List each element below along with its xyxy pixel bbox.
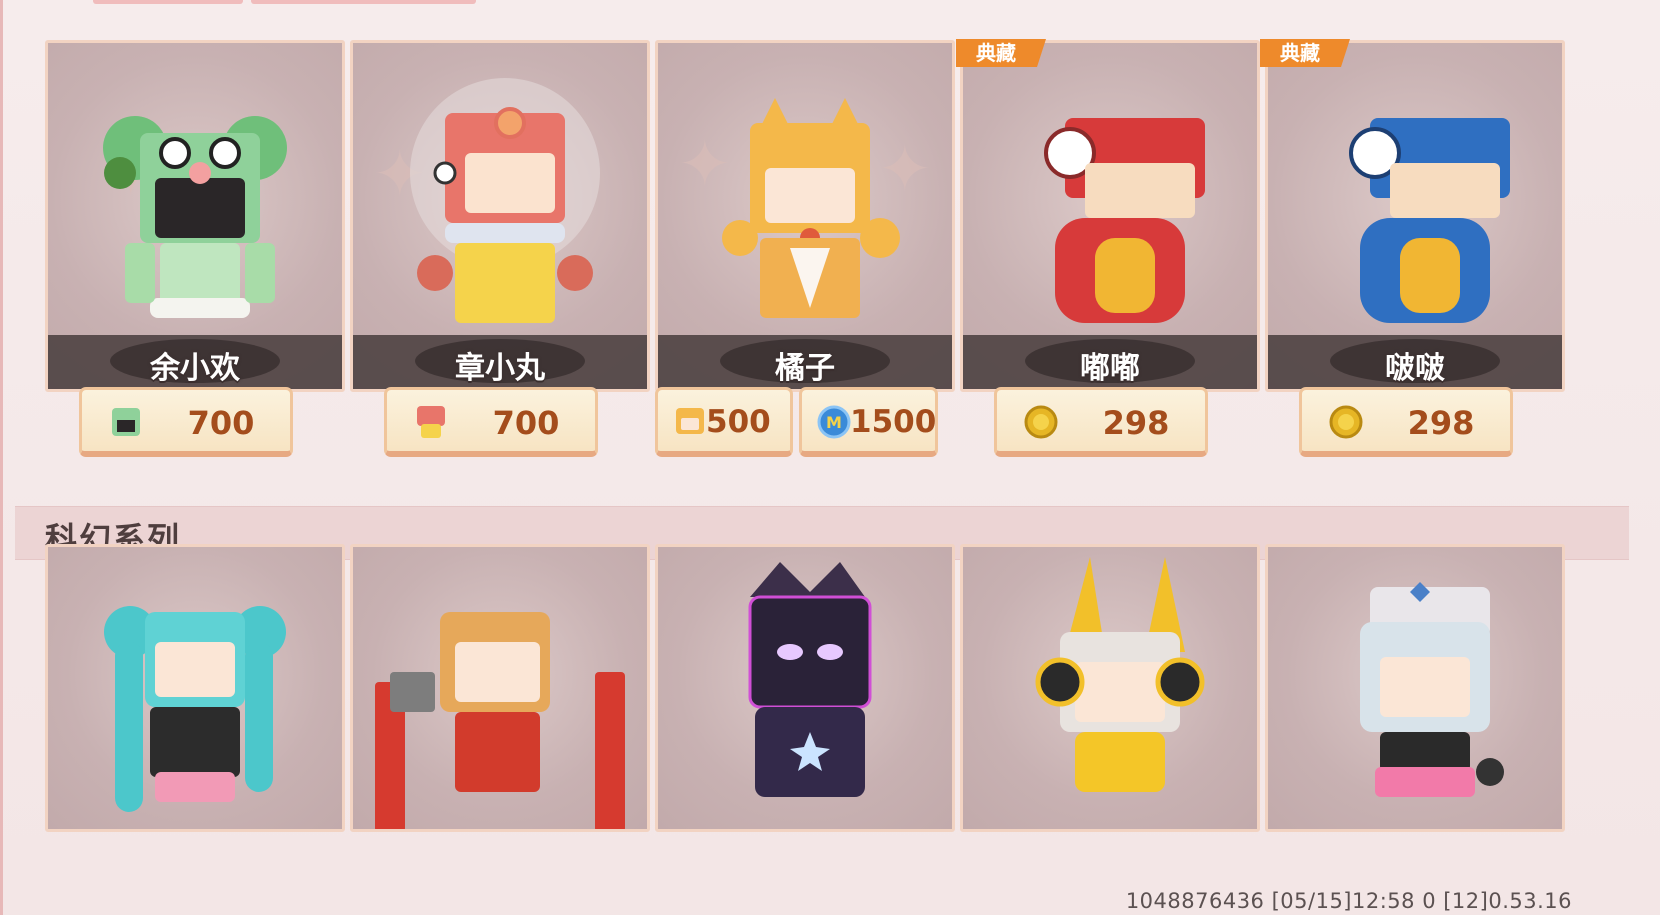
skin-character-image: [80, 582, 310, 829]
buy-button[interactable]: 700: [79, 387, 293, 457]
skin-card[interactable]: ✦ 章小丸: [350, 40, 650, 392]
skin-character-image: [80, 93, 310, 343]
skin-card[interactable]: 啵啵: [1265, 40, 1565, 392]
skin-fragment-orange-icon: [411, 402, 451, 442]
gold-coin-icon: [1021, 402, 1061, 442]
tab-indicator: [251, 0, 476, 4]
skin-character-image: [690, 557, 920, 829]
mini-coin-blue-icon: M: [814, 402, 854, 442]
skin-character-image: [690, 88, 920, 338]
skin-fragment-tiger-icon: [670, 402, 710, 442]
buy-with-fragment-button[interactable]: 500: [655, 387, 793, 457]
skin-card[interactable]: ✦ 余小欢: [45, 40, 345, 392]
skin-card[interactable]: [45, 544, 345, 832]
skin-card[interactable]: [655, 544, 955, 832]
tab-indicator: [93, 0, 243, 4]
skin-name-bar: 嘟嘟: [963, 335, 1257, 389]
buy-button[interactable]: 700: [384, 387, 598, 457]
debug-info: 1048876436 [05/15]12:58 0 [12]0.53.16: [1125, 889, 1572, 913]
price-value: 1500: [850, 404, 937, 440]
price-value: 700: [187, 404, 255, 442]
shop-panel: ✦ 余小欢 700: [0, 0, 1660, 915]
skin-name: 章小丸: [455, 351, 545, 386]
skin-card[interactable]: [1265, 544, 1565, 832]
skin-name: 嘟嘟: [1080, 351, 1140, 386]
skin-character-image: [1300, 572, 1530, 829]
skin-fragment-green-icon: [106, 402, 146, 442]
skin-card[interactable]: [960, 544, 1260, 832]
gold-coin-icon: [1326, 402, 1366, 442]
skin-character-image: [1300, 98, 1530, 348]
skin-name-bar: 橘子: [658, 335, 952, 389]
price-value: 298: [1102, 404, 1170, 442]
collection-badge: 典藏: [1260, 39, 1350, 67]
collection-badge: 典藏: [956, 39, 1046, 67]
price-value: 298: [1407, 404, 1475, 442]
skin-name-bar: 章小丸: [353, 335, 647, 389]
skin-character-image: [995, 98, 1225, 348]
skin-name-bar: 啵啵: [1268, 335, 1562, 389]
skin-character-image: [370, 582, 630, 829]
skin-character-image: [385, 73, 615, 343]
skin-card[interactable]: 嘟嘟: [960, 40, 1260, 392]
skin-card[interactable]: [350, 544, 650, 832]
skin-character-image: [995, 552, 1225, 829]
svg-text:M: M: [826, 413, 842, 432]
buy-button[interactable]: 298: [1299, 387, 1513, 457]
skin-name-bar: 余小欢: [48, 335, 342, 389]
skin-name: 橘子: [775, 351, 835, 386]
price-value: 500: [706, 404, 771, 440]
skin-name: 啵啵: [1385, 351, 1445, 386]
skin-name: 余小欢: [150, 351, 240, 386]
buy-with-minicoin-button[interactable]: M 1500: [799, 387, 938, 457]
price-value: 700: [492, 404, 560, 442]
skin-card[interactable]: ✦ ✦ 橘子: [655, 40, 955, 392]
buy-button[interactable]: 298: [994, 387, 1208, 457]
